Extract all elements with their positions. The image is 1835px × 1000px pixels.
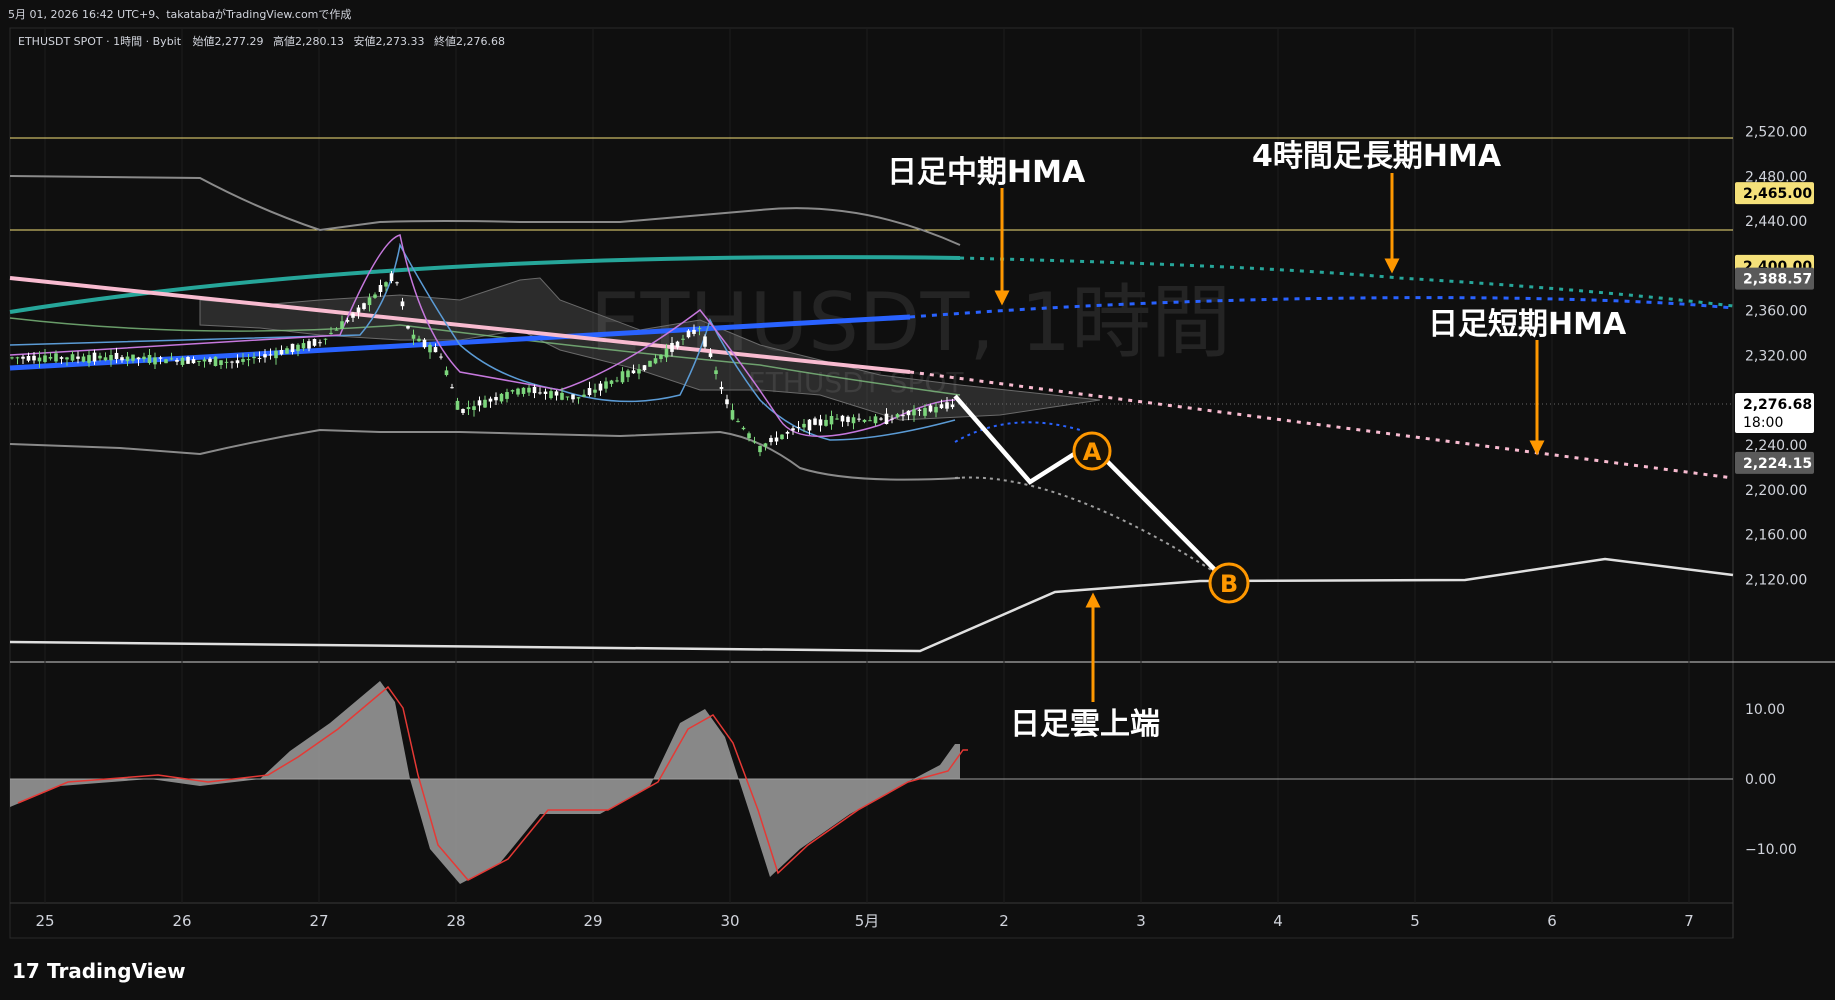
annotation-h4-long-hma: 4時間足長期HMA [1252, 139, 1502, 174]
ohlc-low-value: 2,273.33 [376, 35, 425, 48]
time-label: 5月 [855, 912, 880, 930]
osc-tick: 10.00 [1745, 702, 1785, 718]
time-label: 29 [583, 912, 602, 930]
price-tick: 2,240.00 [1745, 438, 1807, 454]
ohlc-low-label: 安値 [354, 34, 376, 48]
candle [213, 356, 218, 367]
ohlc-high-label: 高値 [273, 34, 295, 48]
time-label: 30 [720, 912, 739, 930]
price-axis[interactable]: 2,520.002,480.002,440.002,360.002,320.00… [1735, 124, 1814, 588]
price-tag-value: 2,465.00 [1743, 186, 1812, 202]
price-tag-value: 2,388.57 [1743, 272, 1812, 288]
price-tag: 2,388.57 [1735, 267, 1814, 290]
marker-b[interactable]: B [1208, 562, 1250, 604]
price-tick: 2,200.00 [1745, 483, 1807, 499]
candle [164, 358, 168, 364]
time-label: 5 [1410, 912, 1420, 930]
time-label: 25 [35, 912, 54, 930]
tradingview-logo[interactable]: 𝟭𝟳 TradingView [12, 959, 186, 983]
candle [703, 334, 707, 349]
price-tick: 2,320.00 [1745, 348, 1807, 364]
time-label: 28 [446, 912, 465, 930]
price-tag: 2,224.15 [1735, 451, 1814, 474]
price-tag: 2,276.68 18:00 [1735, 393, 1814, 433]
annotation-daily-mid-hma: 日足中期HMA [887, 155, 1086, 190]
osc-tick: −10.00 [1745, 842, 1797, 858]
price-tick: 2,120.00 [1745, 572, 1807, 588]
symbol-label: ETHUSDT SPOT · 1時間 · Bybit [18, 35, 182, 48]
annotation-daily-short-hma: 日足短期HMA [1428, 307, 1627, 342]
time-label: 7 [1684, 912, 1694, 930]
price-tag-value: 2,224.15 [1743, 456, 1812, 472]
price-tick: 2,520.00 [1745, 124, 1807, 140]
time-label: 3 [1136, 912, 1146, 930]
oscillator-axis: 10.00 0.00 −10.00 [1745, 702, 1797, 858]
time-label: 2 [999, 912, 1009, 930]
price-tick: 2,360.00 [1745, 304, 1807, 320]
logo-text: TradingView [47, 959, 186, 983]
marker-a-label: A [1083, 438, 1102, 466]
time-label: 27 [309, 912, 328, 930]
created-line: 5月 01, 2026 16:42 UTC+9、takatabaがTrading… [8, 7, 351, 21]
ohlc-high-value: 2,280.13 [295, 35, 344, 48]
price-tag-value: 2,276.68 [1743, 397, 1812, 413]
ohlc-close-label: 終値 [434, 34, 456, 48]
candle [312, 338, 317, 347]
ohlc-close-value: 2,276.68 [456, 35, 505, 48]
ohlc-open-label: 始値 [193, 34, 215, 48]
osc-tick: 0.00 [1745, 772, 1776, 788]
time-label: 26 [172, 912, 191, 930]
candle [780, 434, 784, 440]
price-tick: 2,160.00 [1745, 528, 1807, 544]
logo-icon: 𝟭𝟳 [12, 959, 40, 983]
trading-chart[interactable]: 5月 01, 2026 16:42 UTC+9、takatabaがTrading… [0, 0, 1835, 1000]
candle [648, 360, 652, 367]
price-tag: 2,465.00 [1735, 182, 1814, 205]
marker-a[interactable]: A [1072, 431, 1112, 471]
marker-b-label: B [1220, 570, 1238, 598]
time-label: 4 [1273, 912, 1283, 930]
candle [186, 355, 190, 364]
price-tick: 2,440.00 [1745, 214, 1807, 230]
price-tag-countdown: 18:00 [1743, 415, 1783, 431]
annotation-daily-cloud-top: 日足雲上端 [1010, 707, 1160, 742]
time-label: 6 [1547, 912, 1557, 930]
ohlc-open-value: 2,277.29 [215, 35, 264, 48]
